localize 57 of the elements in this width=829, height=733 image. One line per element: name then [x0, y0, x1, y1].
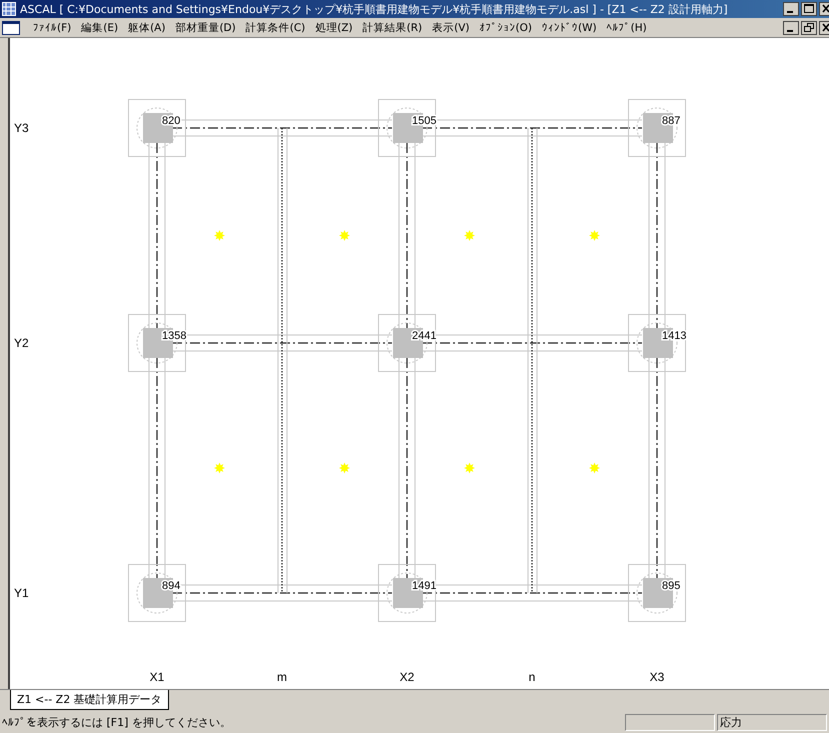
- star-icon: [589, 230, 600, 241]
- status-text: ﾍﾙﾌﾟを表示するには [F1] を押してください。: [2, 714, 232, 730]
- axis-label: Y3: [14, 121, 29, 135]
- axis-label: Y1: [14, 586, 29, 600]
- pile-cap-drawing: [128, 314, 186, 372]
- axis-label: X2: [400, 670, 414, 684]
- menu-item[interactable]: 表示(V): [427, 20, 475, 34]
- sheet-tab[interactable]: Z1 <-- Z2 基礎計算用データ: [10, 690, 169, 710]
- menu-item[interactable]: ｵﾌﾟｼｮﾝ(O): [474, 22, 538, 34]
- pile-cap-drawing: [378, 99, 436, 157]
- load-value: 1505: [412, 115, 436, 127]
- axis-label: Y2: [14, 336, 29, 350]
- star-icon: [214, 230, 225, 241]
- menu-item[interactable]: 編集(E): [76, 20, 124, 34]
- pile-cap-drawing: [378, 314, 436, 372]
- close-icon[interactable]: [819, 2, 829, 16]
- pile-cap-drawing: [628, 314, 686, 372]
- minimize-icon[interactable]: [783, 20, 799, 34]
- menu-item[interactable]: 躯体(A): [123, 20, 170, 34]
- axis-label: X1: [150, 670, 164, 684]
- pile-cap-drawing: [128, 99, 186, 157]
- pile-cap-drawing: [128, 564, 186, 622]
- menu-item[interactable]: ﾍﾙﾌﾟ(H): [602, 22, 652, 34]
- maximize-icon[interactable]: [801, 2, 817, 16]
- star-icon: [214, 462, 225, 474]
- load-value: 1413: [662, 330, 686, 342]
- menu-item[interactable]: ｳｨﾝﾄﾞｳ(W): [537, 22, 602, 34]
- app-icon: [2, 2, 16, 16]
- star-icon: [339, 462, 350, 474]
- load-value: 2441: [412, 330, 436, 342]
- axis-label: m: [277, 670, 287, 684]
- load-value: 895: [662, 580, 680, 592]
- load-value: 1491: [412, 580, 436, 592]
- load-value: 894: [162, 580, 180, 592]
- document-icon[interactable]: [2, 20, 20, 34]
- pile-cap-drawing: [378, 564, 436, 622]
- close-icon[interactable]: [819, 20, 829, 34]
- axis-label: n: [528, 670, 536, 684]
- load-value: 887: [662, 115, 680, 127]
- restore-icon[interactable]: [801, 20, 817, 34]
- load-value: 820: [162, 115, 180, 127]
- menu-item[interactable]: ﾌｧｲﾙ(F): [28, 22, 76, 34]
- axis-label: X3: [650, 670, 664, 684]
- pile-cap-drawing: [628, 99, 686, 157]
- star-icon: [464, 462, 475, 474]
- load-value: 1358: [162, 330, 186, 342]
- minimize-icon[interactable]: [783, 2, 799, 16]
- menu-item[interactable]: 計算結果(R): [358, 20, 428, 34]
- menu-item[interactable]: 計算条件(C): [240, 20, 310, 34]
- star-icon: [464, 230, 475, 241]
- status-panel: 応力: [717, 714, 827, 730]
- menu-item[interactable]: 部材重量(D): [170, 20, 241, 34]
- star-icon: [589, 462, 600, 474]
- star-icon: [339, 230, 350, 241]
- pile-cap-drawing: [628, 564, 686, 622]
- window-title: ASCAL [ C:¥Documents and Settings¥Endou¥デスクトップ¥杭手順書用建物モデル¥杭手順書用建物モデル.asl ] - [Z1 <-- Z2 設計用軸力]: [20, 2, 729, 16]
- menu-item[interactable]: 処理(Z): [310, 20, 358, 34]
